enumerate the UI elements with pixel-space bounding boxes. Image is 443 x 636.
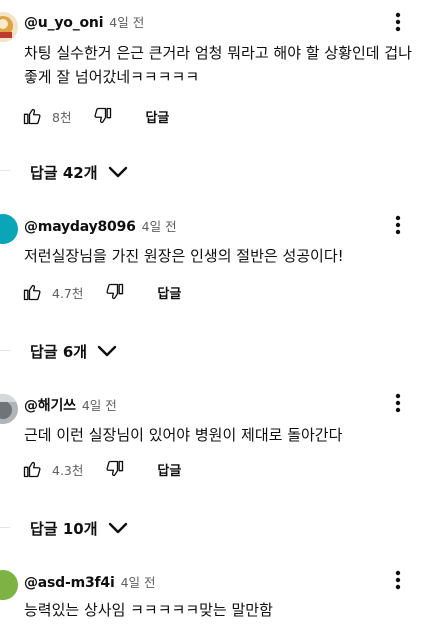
avatar[interactable] xyxy=(0,394,18,424)
reply-button[interactable]: 답글 xyxy=(145,107,169,126)
view-replies-button[interactable]: 답글 42개 xyxy=(10,157,130,187)
more-vert-icon xyxy=(395,12,401,32)
comment-text: 능력있는 상사임 ㅋㅋㅋㅋㅋ맞는 말만함 xyxy=(24,601,273,619)
more-vert-icon xyxy=(395,393,401,413)
like-button[interactable] xyxy=(20,457,44,481)
comment-header: @u_yo_oni 4일 전 xyxy=(24,12,144,31)
comment-time[interactable]: 4일 전 xyxy=(121,572,156,591)
comment-time[interactable]: 4일 전 xyxy=(109,12,144,31)
dislike-button[interactable] xyxy=(103,457,127,481)
dislike-button[interactable] xyxy=(91,104,115,128)
like-count: 4.7천 xyxy=(52,285,84,301)
comment-author[interactable]: @해기쓰 xyxy=(24,395,76,415)
avatar[interactable] xyxy=(0,214,18,244)
comment-actions: 4.7천 답글 xyxy=(20,280,181,304)
more-options-button[interactable] xyxy=(388,8,408,36)
thumbs-up-icon xyxy=(23,284,41,301)
avatar-image xyxy=(0,570,18,600)
chevron-down-icon xyxy=(97,340,119,362)
chevron-down-icon xyxy=(108,517,130,539)
thumbs-up-icon xyxy=(23,461,41,478)
thumbs-down-icon xyxy=(106,283,124,300)
chevron-down-icon xyxy=(108,161,130,183)
comment-author[interactable]: @mayday8096 xyxy=(24,219,136,235)
like-count: 8천 xyxy=(52,109,72,125)
avatar-image xyxy=(0,394,18,424)
more-options-button[interactable] xyxy=(388,566,408,594)
more-vert-icon xyxy=(395,570,401,590)
thumbs-down-icon xyxy=(106,460,124,477)
replies-label: 답글 42개 xyxy=(30,163,98,182)
thumbs-up-icon xyxy=(23,108,41,125)
replies-label: 답글 6개 xyxy=(30,342,88,361)
comment-author[interactable]: @u_yo_oni xyxy=(24,15,103,31)
more-vert-icon xyxy=(395,215,401,235)
comment-header: @asd-m3f4i 4일 전 xyxy=(24,572,156,591)
comment-actions: 4.3천 답글 xyxy=(20,457,181,481)
dislike-button[interactable] xyxy=(103,280,127,304)
comment-text: 차팅 실수한거 은근 큰거라 엄청 뭐라고 해야 할 상황인데 겁나 좋게 잘 … xyxy=(24,44,412,86)
more-options-button[interactable] xyxy=(388,389,408,417)
view-replies-button[interactable]: 답글 6개 xyxy=(10,336,119,366)
divider xyxy=(0,527,10,528)
avatar-image xyxy=(0,12,18,42)
like-button[interactable] xyxy=(20,280,44,304)
comment-time[interactable]: 4일 전 xyxy=(82,395,117,414)
comment-header: @mayday8096 4일 전 xyxy=(24,216,177,235)
thumbs-down-icon xyxy=(94,107,112,124)
comment-text: 저런실장님을 가진 원장은 인생의 절반은 성공이다! xyxy=(24,247,344,265)
avatar[interactable] xyxy=(0,570,18,600)
view-replies-button[interactable]: 답글 10개 xyxy=(10,513,130,543)
comment-time[interactable]: 4일 전 xyxy=(142,216,177,235)
comment-header: @해기쓰 4일 전 xyxy=(24,395,117,415)
comment-text: 근데 이런 실장님이 있어야 병원이 제대로 돌아간다 xyxy=(24,426,343,444)
reply-button[interactable]: 답글 xyxy=(157,460,181,479)
comment-actions: 8천 답글 xyxy=(20,104,169,128)
avatar-image xyxy=(0,214,18,244)
divider xyxy=(0,350,10,351)
more-options-button[interactable] xyxy=(388,211,408,239)
comment-author[interactable]: @asd-m3f4i xyxy=(24,575,115,591)
avatar[interactable] xyxy=(0,12,18,42)
divider xyxy=(0,170,10,171)
replies-label: 답글 10개 xyxy=(30,519,98,538)
like-button[interactable] xyxy=(20,104,44,128)
reply-button[interactable]: 답글 xyxy=(157,283,181,302)
like-count: 4.3천 xyxy=(52,462,84,478)
